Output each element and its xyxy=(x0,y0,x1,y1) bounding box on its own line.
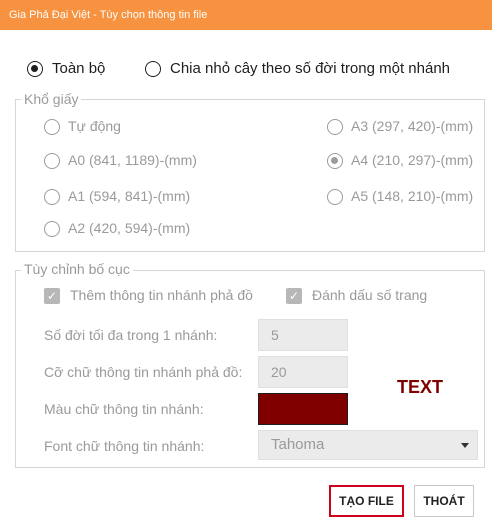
paper-a2-radio[interactable] xyxy=(44,221,60,237)
mode-all-radio[interactable] xyxy=(27,61,43,77)
paper-a0-radio[interactable] xyxy=(44,153,60,169)
font-size-label: Cỡ chữ thông tin nhánh phả đồ: xyxy=(44,364,243,380)
text-color-swatch[interactable] xyxy=(258,393,348,425)
paper-a3-radio[interactable] xyxy=(327,119,343,135)
paper-a2-label[interactable]: A2 (420, 594)-(mm) xyxy=(68,220,190,236)
font-size-input[interactable]: 20 xyxy=(258,356,348,388)
paper-a1-radio[interactable] xyxy=(44,189,60,205)
title-bar: Gia Phả Đại Việt - Tùy chọn thông tin fi… xyxy=(0,0,492,30)
max-generations-input[interactable]: 5 xyxy=(258,319,348,351)
paper-auto-label[interactable]: Tự động xyxy=(68,118,121,134)
text-color-label: Màu chữ thông tin nhánh: xyxy=(44,401,204,417)
mode-split-label[interactable]: Chia nhỏ cây theo số đời trong một nhánh xyxy=(170,60,450,77)
max-generations-label: Số đời tối đa trong 1 nhánh: xyxy=(44,327,218,343)
page-numbers-label[interactable]: Đánh dấu số trang xyxy=(312,287,427,303)
paper-a5-label[interactable]: A5 (148, 210)-(mm) xyxy=(351,188,473,204)
file-options-dialog: Toàn bộ Chia nhỏ cây theo số đời trong m… xyxy=(0,30,492,523)
mode-all-label[interactable]: Toàn bộ xyxy=(52,60,105,77)
paper-size-legend: Khổ giấy xyxy=(21,91,82,107)
mode-split-radio[interactable] xyxy=(145,61,161,77)
paper-a5-radio[interactable] xyxy=(327,189,343,205)
add-branch-info-checkbox[interactable]: ✓ xyxy=(44,288,60,304)
font-family-label: Font chữ thông tin nhánh: xyxy=(44,438,205,454)
create-file-button[interactable]: TẠO FILE xyxy=(329,485,404,517)
paper-a0-label[interactable]: A0 (841, 1189)-(mm) xyxy=(68,152,197,168)
page-numbers-checkbox[interactable]: ✓ xyxy=(286,288,302,304)
text-preview: TEXT xyxy=(362,350,478,424)
paper-a4-label[interactable]: A4 (210, 297)-(mm) xyxy=(351,152,473,168)
paper-a4-radio[interactable] xyxy=(327,153,343,169)
paper-a3-label[interactable]: A3 (297, 420)-(mm) xyxy=(351,118,473,134)
font-family-select[interactable]: Tahoma xyxy=(258,430,478,460)
font-family-value: Tahoma xyxy=(271,436,325,453)
paper-auto-radio[interactable] xyxy=(44,119,60,135)
layout-legend: Tùy chỉnh bố cục xyxy=(21,261,133,277)
paper-a1-label[interactable]: A1 (594, 841)-(mm) xyxy=(68,188,190,204)
preview-text: TEXT xyxy=(396,377,443,397)
exit-button[interactable]: THOÁT xyxy=(414,485,474,517)
window-title: Gia Phả Đại Việt - Tùy chọn thông tin fi… xyxy=(9,9,208,21)
add-branch-info-label[interactable]: Thêm thông tin nhánh phả đồ xyxy=(70,287,253,303)
chevron-down-icon xyxy=(461,443,469,448)
